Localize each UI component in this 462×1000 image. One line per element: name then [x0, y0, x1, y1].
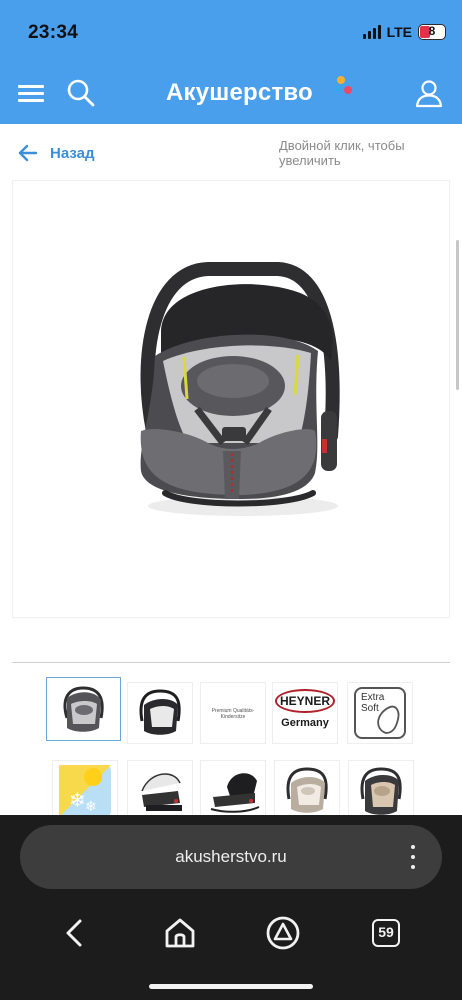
browser-back-icon[interactable] [56, 913, 96, 953]
extra-soft-badge: Extra Soft [354, 687, 406, 739]
address-url[interactable]: akusherstvo.ru [20, 847, 442, 867]
battery-icon: 8 [418, 24, 446, 40]
heyner-country: Germany [281, 717, 329, 729]
network-type: LTE [386, 24, 412, 40]
svg-text:❄: ❄ [85, 799, 97, 815]
back-row: Назад Двойной клик, чтобы увеличить [0, 124, 462, 180]
gallery-divider [12, 662, 450, 663]
thumbnail-car-seat-beige[interactable] [274, 760, 340, 822]
logo-dots-icon [334, 76, 356, 102]
thumbnail-car-seat-black[interactable] [127, 682, 193, 744]
phone-screen: 23:34 LTE 8 Акушерство Назад Двойной кли… [0, 0, 462, 1000]
back-arrow-icon[interactable] [18, 144, 38, 162]
home-indicator [149, 984, 313, 989]
search-icon[interactable] [66, 78, 96, 108]
thumbnail-car-seat-with-base[interactable] [127, 760, 193, 822]
thumbnail-car-seat-beige-front[interactable] [348, 760, 414, 822]
thumbnail-car-seat-rocker[interactable] [200, 760, 266, 822]
site-logo[interactable]: Акушерство [166, 79, 313, 107]
hamburger-menu-icon[interactable] [18, 79, 46, 107]
thumbnail-premium-label[interactable]: Premium Qualitäts-Kindersitze [200, 682, 266, 744]
status-bar: 23:34 LTE 8 [0, 0, 462, 64]
zoom-hint: Двойной клик, чтобы увеличить [279, 138, 405, 168]
signal-icon [362, 25, 381, 39]
page-scrollbar[interactable] [456, 240, 459, 390]
thumbnail-heyner-logo[interactable]: HEYNER Germany [272, 682, 338, 744]
tabs-count-button[interactable]: 59 [372, 919, 400, 947]
more-options-icon[interactable] [410, 845, 416, 869]
premium-label-text: Premium Qualitäts-Kindersitze [211, 708, 255, 720]
status-time: 23:34 [28, 22, 79, 43]
heyner-logo: HEYNER [275, 689, 335, 713]
address-bar[interactable]: akusherstvo.ru [20, 825, 442, 889]
product-main-image[interactable] [12, 180, 450, 618]
browser-bottom-bar: akusherstvo.ru 59 [0, 815, 462, 1000]
user-account-icon[interactable] [414, 78, 444, 108]
thumbnail-extra-soft[interactable]: Extra Soft [347, 682, 413, 744]
svg-text:❄: ❄ [69, 788, 86, 812]
heyner-brand: HEYNER [279, 694, 330, 708]
app-header: Акушерство [0, 64, 462, 124]
browser-home-icon[interactable] [160, 913, 200, 953]
thumbnail-season-icon[interactable]: ❄ ❄ [52, 760, 118, 822]
back-link[interactable]: Назад [50, 145, 94, 162]
alice-assistant-icon[interactable] [263, 913, 303, 953]
battery-level: 8 [428, 24, 436, 38]
status-indicators: LTE 8 [362, 24, 446, 40]
thumbnail-car-seat-grey[interactable] [46, 677, 121, 741]
